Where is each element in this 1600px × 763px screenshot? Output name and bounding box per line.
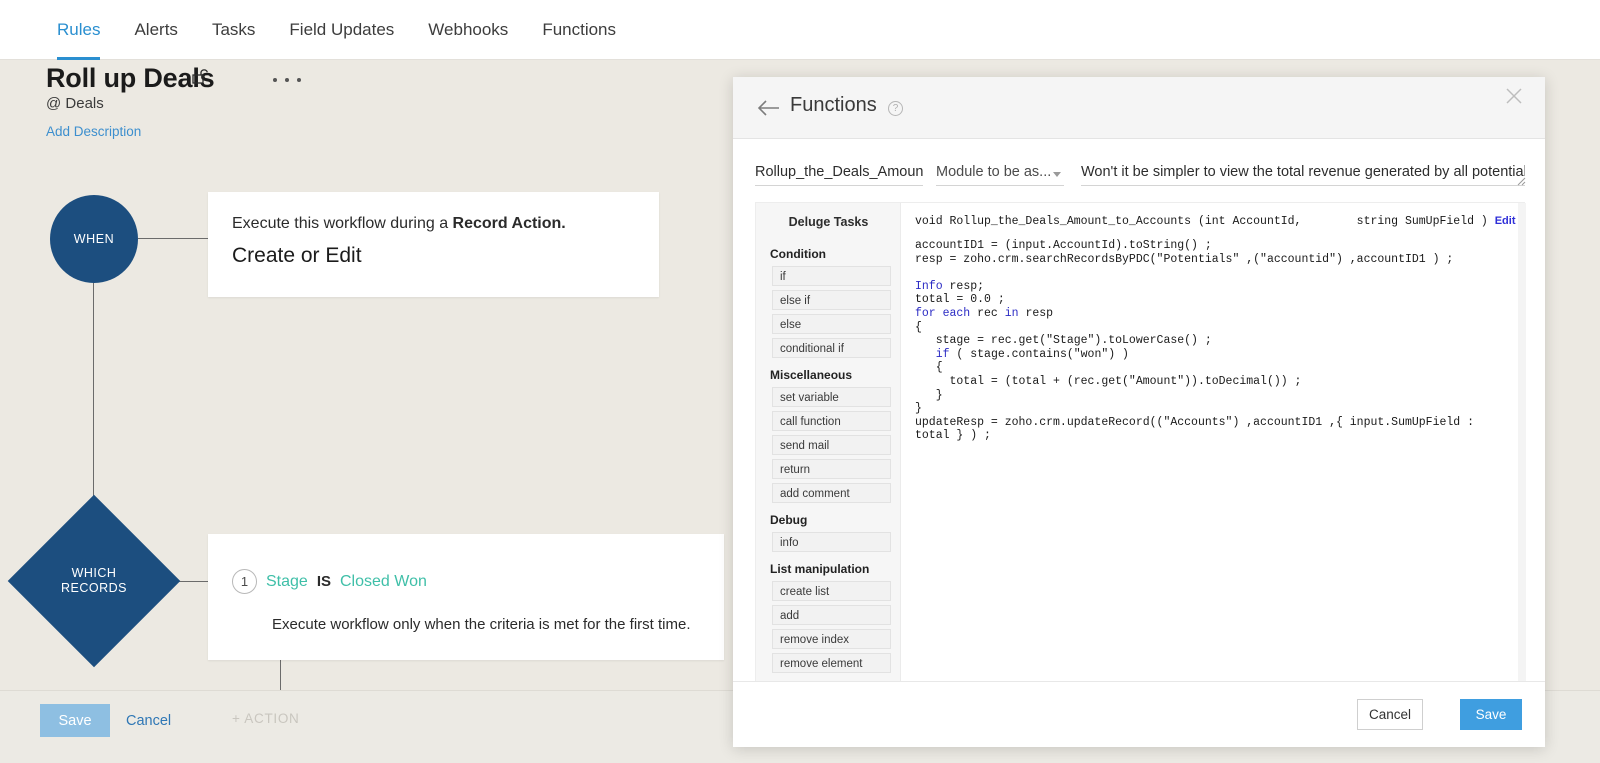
connector-when-to-which [93, 283, 94, 522]
more-options-icon[interactable] [273, 70, 301, 90]
task-group-heading: Miscellaneous [770, 368, 853, 382]
code-editor-panel[interactable]: void Rollup_the_Deals_Amount_to_Accounts… [901, 203, 1526, 730]
task-item[interactable]: add comment [772, 483, 891, 503]
task-item[interactable]: send mail [772, 435, 891, 455]
modal-save-button[interactable]: Save [1460, 699, 1522, 730]
nav-tab-rules-label: Rules [57, 20, 101, 39]
code-editor-content[interactable]: accountID1 = (input.AccountId).toString(… [915, 239, 1515, 443]
task-item[interactable]: else if [772, 290, 891, 310]
when-card-description: Execute this workflow during a Record Ac… [232, 215, 566, 233]
back-arrow-icon[interactable] [757, 97, 781, 119]
module-select-input[interactable] [936, 164, 1064, 186]
nav-tab-list: Rules Alerts Tasks Field Updates Webhook… [40, 0, 633, 60]
page-title: Roll up Deals [46, 63, 215, 93]
add-description-link[interactable]: Add Description [46, 124, 141, 139]
task-item[interactable]: else [772, 314, 891, 334]
top-navigation: Rules Alerts Tasks Field Updates Webhook… [0, 0, 1600, 60]
nav-tab-functions[interactable]: Functions [525, 0, 633, 60]
nav-tab-alerts-label: Alerts [134, 20, 178, 39]
task-item[interactable]: conditional if [772, 338, 891, 358]
function-name-input[interactable] [755, 164, 923, 186]
resize-grip-icon[interactable] [1517, 177, 1526, 186]
task-item[interactable]: create list [772, 581, 891, 601]
deluge-editor: Deluge Tasks Condition if else if else c… [755, 202, 1526, 730]
add-action-link[interactable]: + ACTION [232, 711, 300, 726]
unlock-icon[interactable] [192, 68, 208, 84]
rule-module-label: @ Deals [46, 95, 104, 112]
function-signature: void Rollup_the_Deals_Amount_to_Accounts… [915, 215, 1526, 228]
criteria-row: 1 Stage IS Closed Won [232, 569, 427, 594]
which-records-line1: WHICH [71, 566, 117, 580]
nav-tab-field-updates-label: Field Updates [289, 20, 395, 39]
help-icon[interactable]: ? [888, 101, 903, 116]
which-records-line2: RECORDS [60, 581, 127, 595]
task-item[interactable]: remove element [772, 653, 891, 673]
nav-tab-webhooks[interactable]: Webhooks [411, 0, 525, 60]
function-signature-text: void Rollup_the_Deals_Amount_to_Accounts… [915, 215, 1495, 228]
task-group-heading: Debug [770, 513, 808, 527]
nav-tab-alerts[interactable]: Alerts [117, 0, 194, 60]
task-item[interactable]: if [772, 266, 891, 286]
function-description-input[interactable] [1081, 164, 1525, 186]
help-icon-glyph: ? [892, 103, 899, 114]
task-item[interactable]: remove index [772, 629, 891, 649]
task-group-heading: List manipulation [770, 562, 870, 576]
modal-cancel-button[interactable]: Cancel [1357, 699, 1423, 730]
criteria-index-badge: 1 [232, 569, 257, 594]
task-item[interactable]: add [772, 605, 891, 625]
flow-node-when[interactable]: WHEN [50, 195, 138, 283]
when-card-action: Create or Edit [232, 244, 362, 267]
deluge-tasks-list[interactable]: Condition if else if else conditional if… [756, 241, 900, 730]
functions-modal: Functions ? Deluge Tasks Condition if el… [733, 77, 1545, 747]
modal-footer: Cancel Save [733, 681, 1545, 747]
modal-title: Functions [790, 94, 877, 116]
code-editor-scrollbar[interactable] [1518, 203, 1526, 730]
app-root: Rules Alerts Tasks Field Updates Webhook… [0, 0, 1600, 763]
task-item[interactable]: set variable [772, 387, 891, 407]
nav-tab-tasks[interactable]: Tasks [195, 0, 272, 60]
nav-tab-field-updates[interactable]: Field Updates [272, 0, 411, 60]
task-item[interactable]: info [772, 532, 891, 552]
nav-tab-rules[interactable]: Rules [40, 0, 117, 60]
nav-tab-functions-label: Functions [542, 20, 617, 39]
criteria-note: Execute workflow only when the criteria … [272, 616, 691, 633]
criteria-value-label: Closed Won [340, 572, 427, 590]
modal-header: Functions ? [733, 77, 1545, 139]
which-records-card[interactable]: 1 Stage IS Closed Won Execute workflow o… [208, 534, 724, 660]
criteria-field-label: Stage [266, 572, 308, 590]
flow-node-when-label: WHEN [73, 232, 115, 246]
save-rule-button[interactable]: Save [40, 704, 110, 737]
task-group-heading: Condition [770, 247, 826, 261]
close-icon[interactable] [1503, 85, 1525, 107]
nav-tab-tasks-label: Tasks [211, 20, 256, 39]
flow-node-which-records-label: WHICH RECORDS [33, 520, 155, 642]
when-card[interactable]: Execute this workflow during a Record Ac… [208, 192, 659, 297]
deluge-tasks-panel: Deluge Tasks Condition if else if else c… [756, 203, 901, 730]
connector-when-to-card [138, 238, 208, 239]
criteria-operator-label: IS [316, 573, 331, 590]
task-item[interactable]: call function [772, 411, 891, 431]
when-card-description-prefix: Execute this workflow during a [232, 215, 453, 232]
cancel-rule-button[interactable]: Cancel [126, 704, 171, 737]
chevron-down-icon[interactable] [1053, 172, 1061, 177]
nav-tab-webhooks-label: Webhooks [428, 20, 509, 39]
deluge-tasks-title: Deluge Tasks [788, 215, 869, 229]
function-form-row [733, 139, 1545, 204]
when-card-description-strong: Record Action. [452, 215, 566, 232]
task-item[interactable]: return [772, 459, 891, 479]
